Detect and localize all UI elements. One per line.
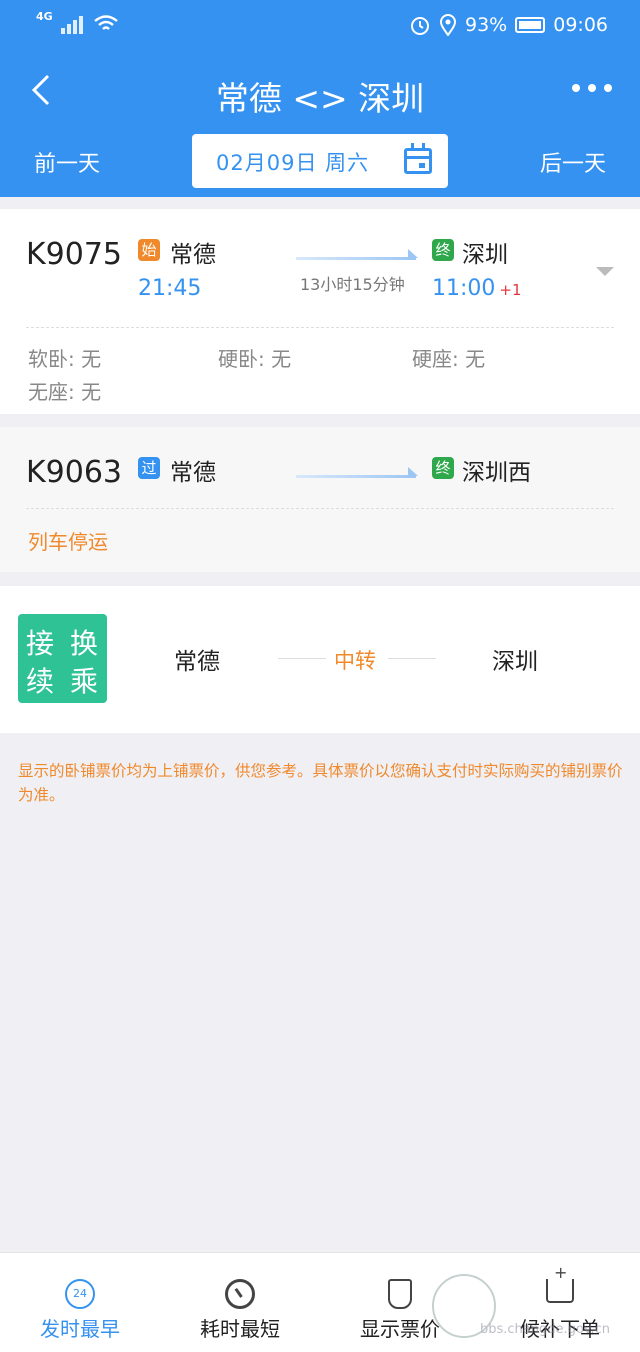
train-card[interactable]: K9063 过 常德 终 深圳西 列车停运 <box>0 427 640 572</box>
price-notice: 显示的卧铺票价均为上铺票价，供您参考。具体票价以您确认支付时实际购买的铺别票价为… <box>18 762 623 804</box>
battery-icon <box>515 17 546 33</box>
badge-char: 接 <box>26 627 55 660</box>
date-text: 02月09日 周六 <box>216 151 370 175</box>
location-icon <box>439 14 457 36</box>
day-offset: +1 <box>499 281 522 299</box>
divider <box>388 658 436 659</box>
to-station: 深圳 <box>462 242 508 268</box>
status-text: 列车停运 <box>28 530 108 554</box>
terminal-tag: 终 <box>432 457 454 479</box>
more-icon[interactable] <box>572 84 612 92</box>
seat-soft-sleeper: 软卧: 无 <box>28 347 102 371</box>
to-station: 深圳西 <box>462 460 531 486</box>
tab-label: 耗时最短 <box>200 1317 280 1341</box>
badge-char: 乘 <box>70 665 99 698</box>
forum-watermark: bbs.changde.gov.cn <box>432 1270 632 1350</box>
duration: 13小时15分钟 <box>300 275 405 294</box>
seat-hard-sleeper: 硬卧: 无 <box>218 347 292 371</box>
train-number: K9063 <box>26 455 123 490</box>
clock-24-icon: 24 <box>65 1279 95 1309</box>
network-type: 4G <box>36 9 53 23</box>
page-title: 常德 <> 深圳 <box>215 79 425 118</box>
train-number: K9075 <box>26 237 123 272</box>
transfer-badge: 接 换 续 乘 <box>18 614 107 703</box>
divider <box>26 508 614 509</box>
status-bar: 4G 93% 09:06 <box>0 10 640 46</box>
sort-shortest-duration-button[interactable]: 耗时最短 <box>160 1253 320 1352</box>
passing-tag: 过 <box>138 457 160 479</box>
price-tag-icon <box>388 1279 412 1309</box>
badge-char: 换 <box>70 627 99 660</box>
date-picker[interactable]: 02月09日 周六 <box>192 134 448 188</box>
arrive-time-value: 11:00 <box>432 276 496 301</box>
tab-label: 发时最早 <box>40 1317 120 1341</box>
badge-char: 续 <box>26 665 55 698</box>
seat-standing: 无座: 无 <box>28 380 102 404</box>
seat-hard-seat: 硬座: 无 <box>412 347 486 371</box>
from-station: 常德 <box>170 460 216 486</box>
sort-earliest-departure-button[interactable]: 24 发时最早 <box>0 1253 160 1352</box>
transfer-from: 常德 <box>174 649 220 675</box>
depart-time: 21:45 <box>138 276 202 301</box>
terminal-tag: 终 <box>432 239 454 261</box>
calendar-icon <box>404 143 432 174</box>
train-card[interactable]: K9075 始 常德 21:45 13小时15分钟 终 深圳 11:00 +1 软… <box>0 209 640 414</box>
divider <box>278 658 326 659</box>
transfer-via: 中转 <box>334 649 376 673</box>
prev-day-button[interactable]: 前一天 <box>34 146 100 178</box>
route-arrow <box>296 257 416 260</box>
divider <box>26 327 614 328</box>
alarm-icon <box>411 17 429 35</box>
timer-icon <box>225 1279 255 1309</box>
watermark-url: bbs.changde.gov.cn <box>480 1322 611 1337</box>
top-bar: 4G 93% 09:06 常德 <> 深圳 前一天 02月09日 周六 后一天 <box>0 0 640 197</box>
battery-percent: 93% <box>465 14 508 36</box>
next-day-button[interactable]: 后一天 <box>540 146 606 178</box>
transfer-card[interactable]: 接 换 续 乘 常德 中转 深圳 <box>0 586 640 733</box>
origin-tag: 始 <box>138 239 160 261</box>
clock: 09:06 <box>553 14 608 36</box>
arrive-time: 11:00 +1 <box>432 276 522 301</box>
route-arrow <box>296 475 416 478</box>
chevron-down-icon[interactable] <box>596 267 614 276</box>
wifi-icon <box>93 15 118 30</box>
signal-icon <box>60 15 85 34</box>
transfer-to: 深圳 <box>492 649 538 675</box>
from-station: 常德 <box>170 242 216 268</box>
